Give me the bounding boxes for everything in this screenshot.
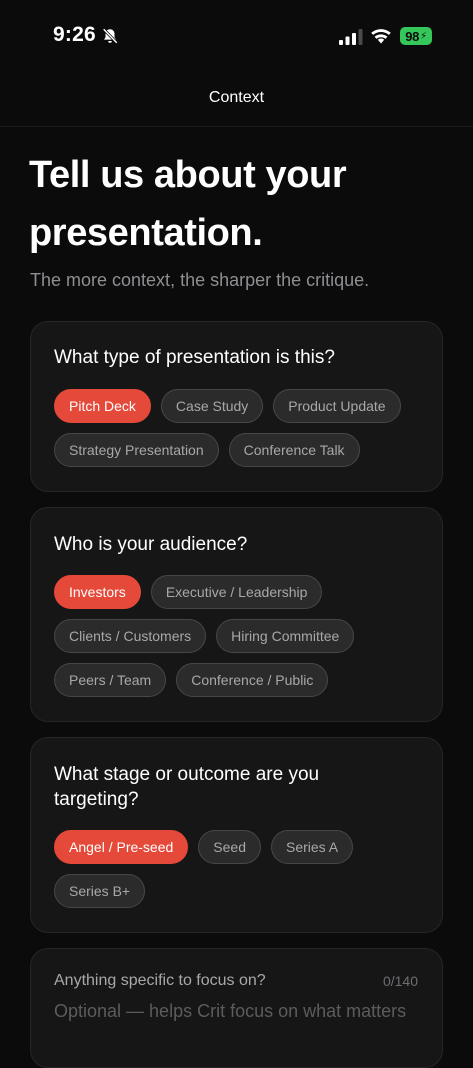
option-chip-series-a[interactable]: Series A [271, 830, 354, 864]
option-chip-product-update[interactable]: Product Update [273, 389, 401, 423]
page-subtitle: The more context, the sharper the critiq… [30, 270, 370, 290]
signal-icon [339, 29, 363, 45]
battery-indicator: 98 ⚡ [400, 27, 432, 45]
option-chip-series-b[interactable]: Series B+ [54, 874, 146, 908]
focus-card: Anything specific to focus on? 0/140 [30, 948, 443, 1068]
audience-card: Who is your audience? Investors Executive… [30, 507, 443, 722]
option-chips: Pitch Deck Case Study Product Update Strate… [54, 389, 422, 467]
wifi-icon [371, 29, 391, 44]
presentation-type-card: What type of presentation is this? Pitch… [30, 321, 443, 492]
option-chip-pitch-deck[interactable]: Pitch Deck [54, 389, 151, 423]
question-label: What type of presentation is this? [54, 347, 335, 368]
nav-header: Context [0, 70, 473, 127]
option-chip-angel-pre-seed[interactable]: Angel / Pre-seed [54, 830, 189, 864]
option-chip-executive-leadership[interactable]: Executive / Leadership [150, 575, 323, 609]
charging-bolt-icon: ⚡ [420, 30, 427, 42]
page-title: Tell us about your presentation. [29, 154, 347, 254]
option-chip-investors[interactable]: Investors [54, 575, 141, 609]
bell-slash-icon [102, 28, 118, 44]
focus-label: Anything specific to focus on? [54, 972, 266, 989]
battery-level: 98 [405, 28, 420, 44]
question-label: What stage or outcome are you targeting? [54, 764, 320, 810]
option-chip-case-study[interactable]: Case Study [160, 389, 264, 423]
status-time: 9:26 [53, 23, 96, 46]
option-chips: Investors Executive / Leadership Clients /… [54, 575, 422, 697]
option-chip-peers-team[interactable]: Peers / Team [54, 663, 167, 697]
nav-title: Context [208, 89, 265, 106]
question-label: Who is your audience? [54, 534, 248, 555]
option-chip-clients-customers[interactable]: Clients / Customers [54, 619, 207, 653]
option-chip-conference-talk[interactable]: Conference Talk [228, 433, 360, 467]
option-chip-seed[interactable]: Seed [198, 830, 261, 864]
focus-input[interactable] [54, 1001, 424, 1022]
option-chip-strategy-presentation[interactable]: Strategy Presentation [54, 433, 219, 467]
character-counter: 0/140 [382, 973, 418, 989]
option-chips: Angel / Pre-seed Seed Series A Series B+ [54, 830, 422, 908]
option-chip-hiring-committee[interactable]: Hiring Committee [216, 619, 355, 653]
status-bar: 9:26 98 ⚡ [0, 0, 473, 70]
stage-card: What stage or outcome are you targeting?… [30, 737, 443, 933]
option-chip-conference-public[interactable]: Conference / Public [176, 663, 329, 697]
